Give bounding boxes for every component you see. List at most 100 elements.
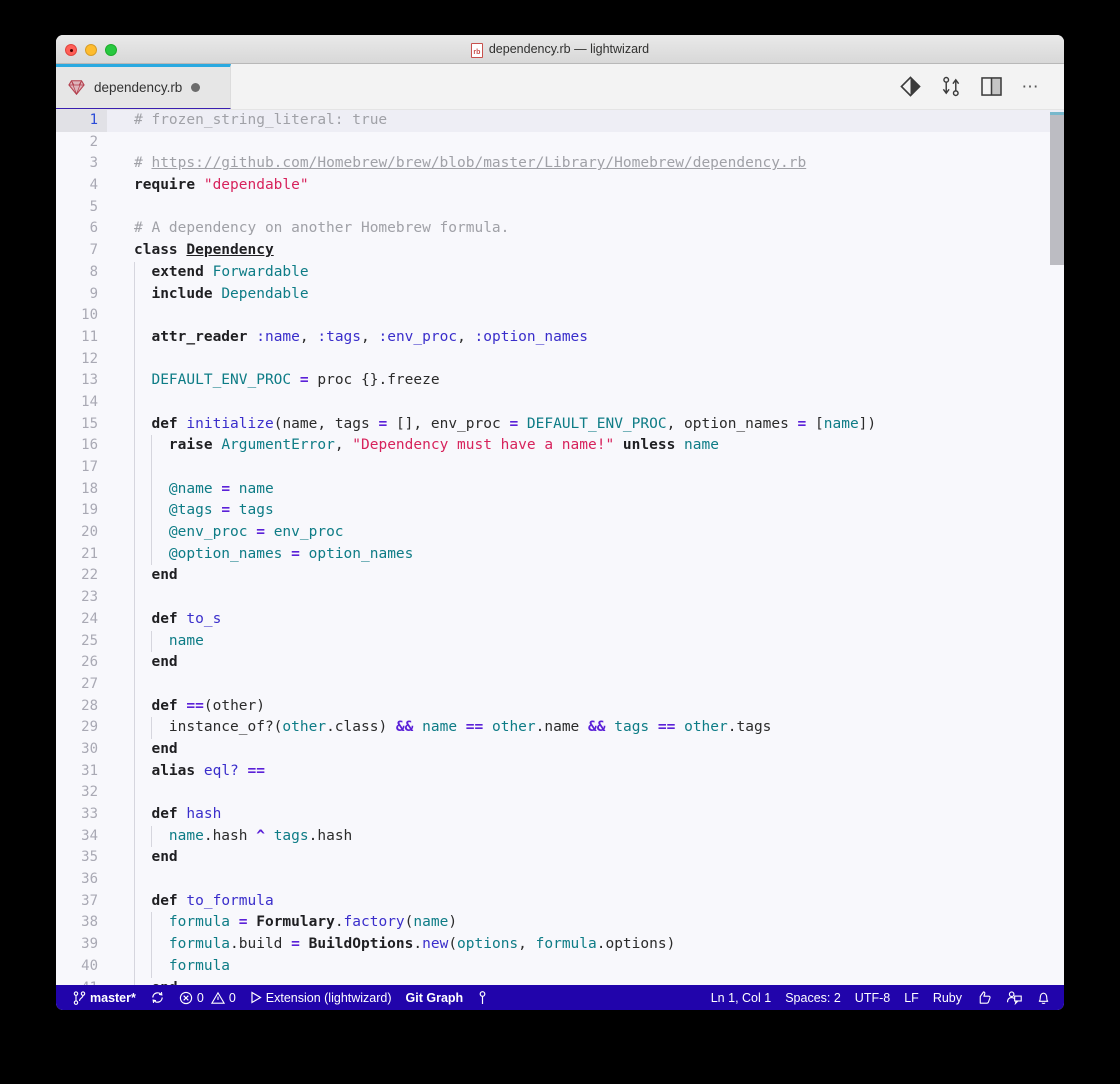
- code-token[interactable]: Dependency: [186, 242, 273, 258]
- status-gitlens[interactable]: [470, 985, 495, 1010]
- status-eol[interactable]: LF: [897, 985, 926, 1010]
- line-content: @tags = tags: [107, 500, 1064, 523]
- line-number: 24: [81, 610, 98, 627]
- code-line[interactable]: 17: [56, 457, 1064, 479]
- code-token: ,: [457, 328, 475, 345]
- code-line[interactable]: 38 formula = Formulary.factory(name): [56, 912, 1064, 935]
- code-line[interactable]: 24 def to_s: [56, 608, 1064, 631]
- git-compare-icon[interactable]: [941, 76, 961, 97]
- status-notifications[interactable]: [1029, 985, 1058, 1010]
- status-live-share[interactable]: [999, 985, 1029, 1010]
- code-token: =: [797, 415, 807, 432]
- code-line[interactable]: 4 require "dependable": [56, 175, 1064, 197]
- code-link[interactable]: https://github.com/Homebrew/brew/blob/ma…: [151, 155, 806, 171]
- code-line[interactable]: 30 end: [56, 738, 1064, 761]
- code-line[interactable]: 10: [56, 305, 1064, 327]
- close-button[interactable]: [65, 43, 77, 56]
- code-line[interactable]: 18 @name = name: [56, 478, 1064, 501]
- status-run-extension-label: Extension (lightwizard): [265, 990, 392, 1005]
- code-line[interactable]: 27: [56, 673, 1064, 696]
- status-sync[interactable]: [143, 985, 172, 1010]
- code-line[interactable]: 1 # frozen_string_literal: true: [56, 110, 1064, 132]
- bell-icon: [1038, 992, 1049, 1004]
- code-line[interactable]: 9 include Dependable: [56, 283, 1064, 306]
- code-line[interactable]: 15 def initialize(name, tags = [], env_p…: [56, 413, 1064, 436]
- code-line[interactable]: 28 def ==(other): [56, 695, 1064, 718]
- code-token: (other): [203, 697, 265, 714]
- code-line[interactable]: 5: [56, 197, 1064, 219]
- code-line[interactable]: 6 # A dependency on another Homebrew form…: [56, 218, 1064, 240]
- status-git-graph[interactable]: Git Graph: [399, 985, 471, 1010]
- code-line[interactable]: 3 # https://github.com/Homebrew/brew/blob…: [56, 153, 1064, 175]
- code-token: #: [134, 155, 152, 172]
- status-run-extension[interactable]: Extension (lightwizard): [243, 985, 399, 1010]
- code-token: =: [378, 415, 388, 432]
- code-token: # A dependency on another Homebrew formu…: [134, 220, 510, 237]
- code-editor[interactable]: 1 # frozen_string_literal: true 2 3 # https:…: [56, 110, 1064, 985]
- code-line[interactable]: 2: [56, 132, 1064, 154]
- code-line[interactable]: 13 DEFAULT_ENV_PROC = proc {}.freeze: [56, 370, 1064, 392]
- code-line[interactable]: 29 instance_of?(other.class) && name == …: [56, 717, 1064, 739]
- code-line[interactable]: 16 raise ArgumentError, "Dependency must…: [56, 435, 1064, 457]
- status-indentation-label: Spaces: 2: [785, 990, 841, 1005]
- code-line[interactable]: 35 end: [56, 847, 1064, 870]
- indent-guide: [134, 652, 135, 674]
- window-titlebar: rb dependency.rb — lightwizard: [56, 35, 1064, 64]
- code-line[interactable]: 11 attr_reader :name, :tags, :env_proc, …: [56, 326, 1064, 349]
- code-line[interactable]: 19 @tags = tags: [56, 500, 1064, 523]
- code-line[interactable]: 32: [56, 782, 1064, 804]
- source-control-icon[interactable]: [899, 76, 921, 97]
- status-encoding[interactable]: UTF-8: [848, 985, 897, 1010]
- status-language-mode[interactable]: Ruby: [926, 985, 969, 1010]
- code-token: to_s: [186, 610, 222, 627]
- maximize-button[interactable]: [105, 43, 117, 56]
- code-line[interactable]: 14: [56, 391, 1064, 414]
- code-line[interactable]: 8 extend Forwardable: [56, 261, 1064, 284]
- code-line[interactable]: 36: [56, 869, 1064, 891]
- status-problems[interactable]: 0 0: [172, 985, 243, 1010]
- line-number: 30: [81, 740, 98, 757]
- code-line[interactable]: 25 name: [56, 630, 1064, 653]
- code-token: factory: [343, 914, 405, 931]
- code-line[interactable]: 33 def hash: [56, 804, 1064, 826]
- code-line[interactable]: 21 @option_names = option_names: [56, 543, 1064, 566]
- indent-guide: [134, 934, 135, 956]
- code-token: other: [491, 719, 536, 736]
- code-line[interactable]: 26 end: [56, 652, 1064, 674]
- code-line[interactable]: 12: [56, 348, 1064, 371]
- status-feedback[interactable]: [969, 985, 999, 1010]
- code-line[interactable]: 23: [56, 587, 1064, 609]
- status-branch[interactable]: master*: [66, 985, 143, 1010]
- code-token: hash: [186, 806, 222, 822]
- tab-dirty-indicator[interactable]: [191, 83, 201, 92]
- line-content: def initialize(name, tags = [], env_proc…: [107, 413, 1064, 436]
- tab-dependency-rb[interactable]: dependency.rb: [56, 64, 231, 109]
- code-line[interactable]: 7 class Dependency: [56, 240, 1064, 262]
- status-cursor-position[interactable]: Ln 1, Col 1: [704, 985, 778, 1010]
- code-line[interactable]: 20 @env_proc = env_proc: [56, 522, 1064, 544]
- scrollbar-thumb[interactable]: [1050, 115, 1064, 265]
- minimize-button[interactable]: [85, 43, 97, 56]
- code-line[interactable]: 37 def to_formula: [56, 890, 1064, 913]
- line-number: 14: [81, 393, 98, 410]
- code-line[interactable]: 40 formula: [56, 955, 1064, 978]
- code-token: new: [422, 936, 449, 953]
- code-line[interactable]: 34 name.hash ^ tags.hash: [56, 825, 1064, 848]
- more-actions-icon[interactable]: ⋯: [1022, 78, 1041, 95]
- split-editor-icon[interactable]: [980, 77, 1002, 96]
- code-line[interactable]: 31 alias eql? ==: [56, 760, 1064, 783]
- code-line[interactable]: 22 end: [56, 565, 1064, 588]
- code-token: .build: [230, 936, 292, 953]
- status-indentation[interactable]: Spaces: 2: [778, 985, 848, 1010]
- code-token: :option_names: [474, 328, 589, 345]
- line-number: 41: [56, 978, 107, 986]
- indent-guide: [134, 478, 135, 501]
- code-line[interactable]: 41 end: [56, 977, 1064, 986]
- code-line[interactable]: 39 formula.build = BuildOptions.new(opti…: [56, 934, 1064, 956]
- editor-scrollbar[interactable]: [1050, 110, 1064, 985]
